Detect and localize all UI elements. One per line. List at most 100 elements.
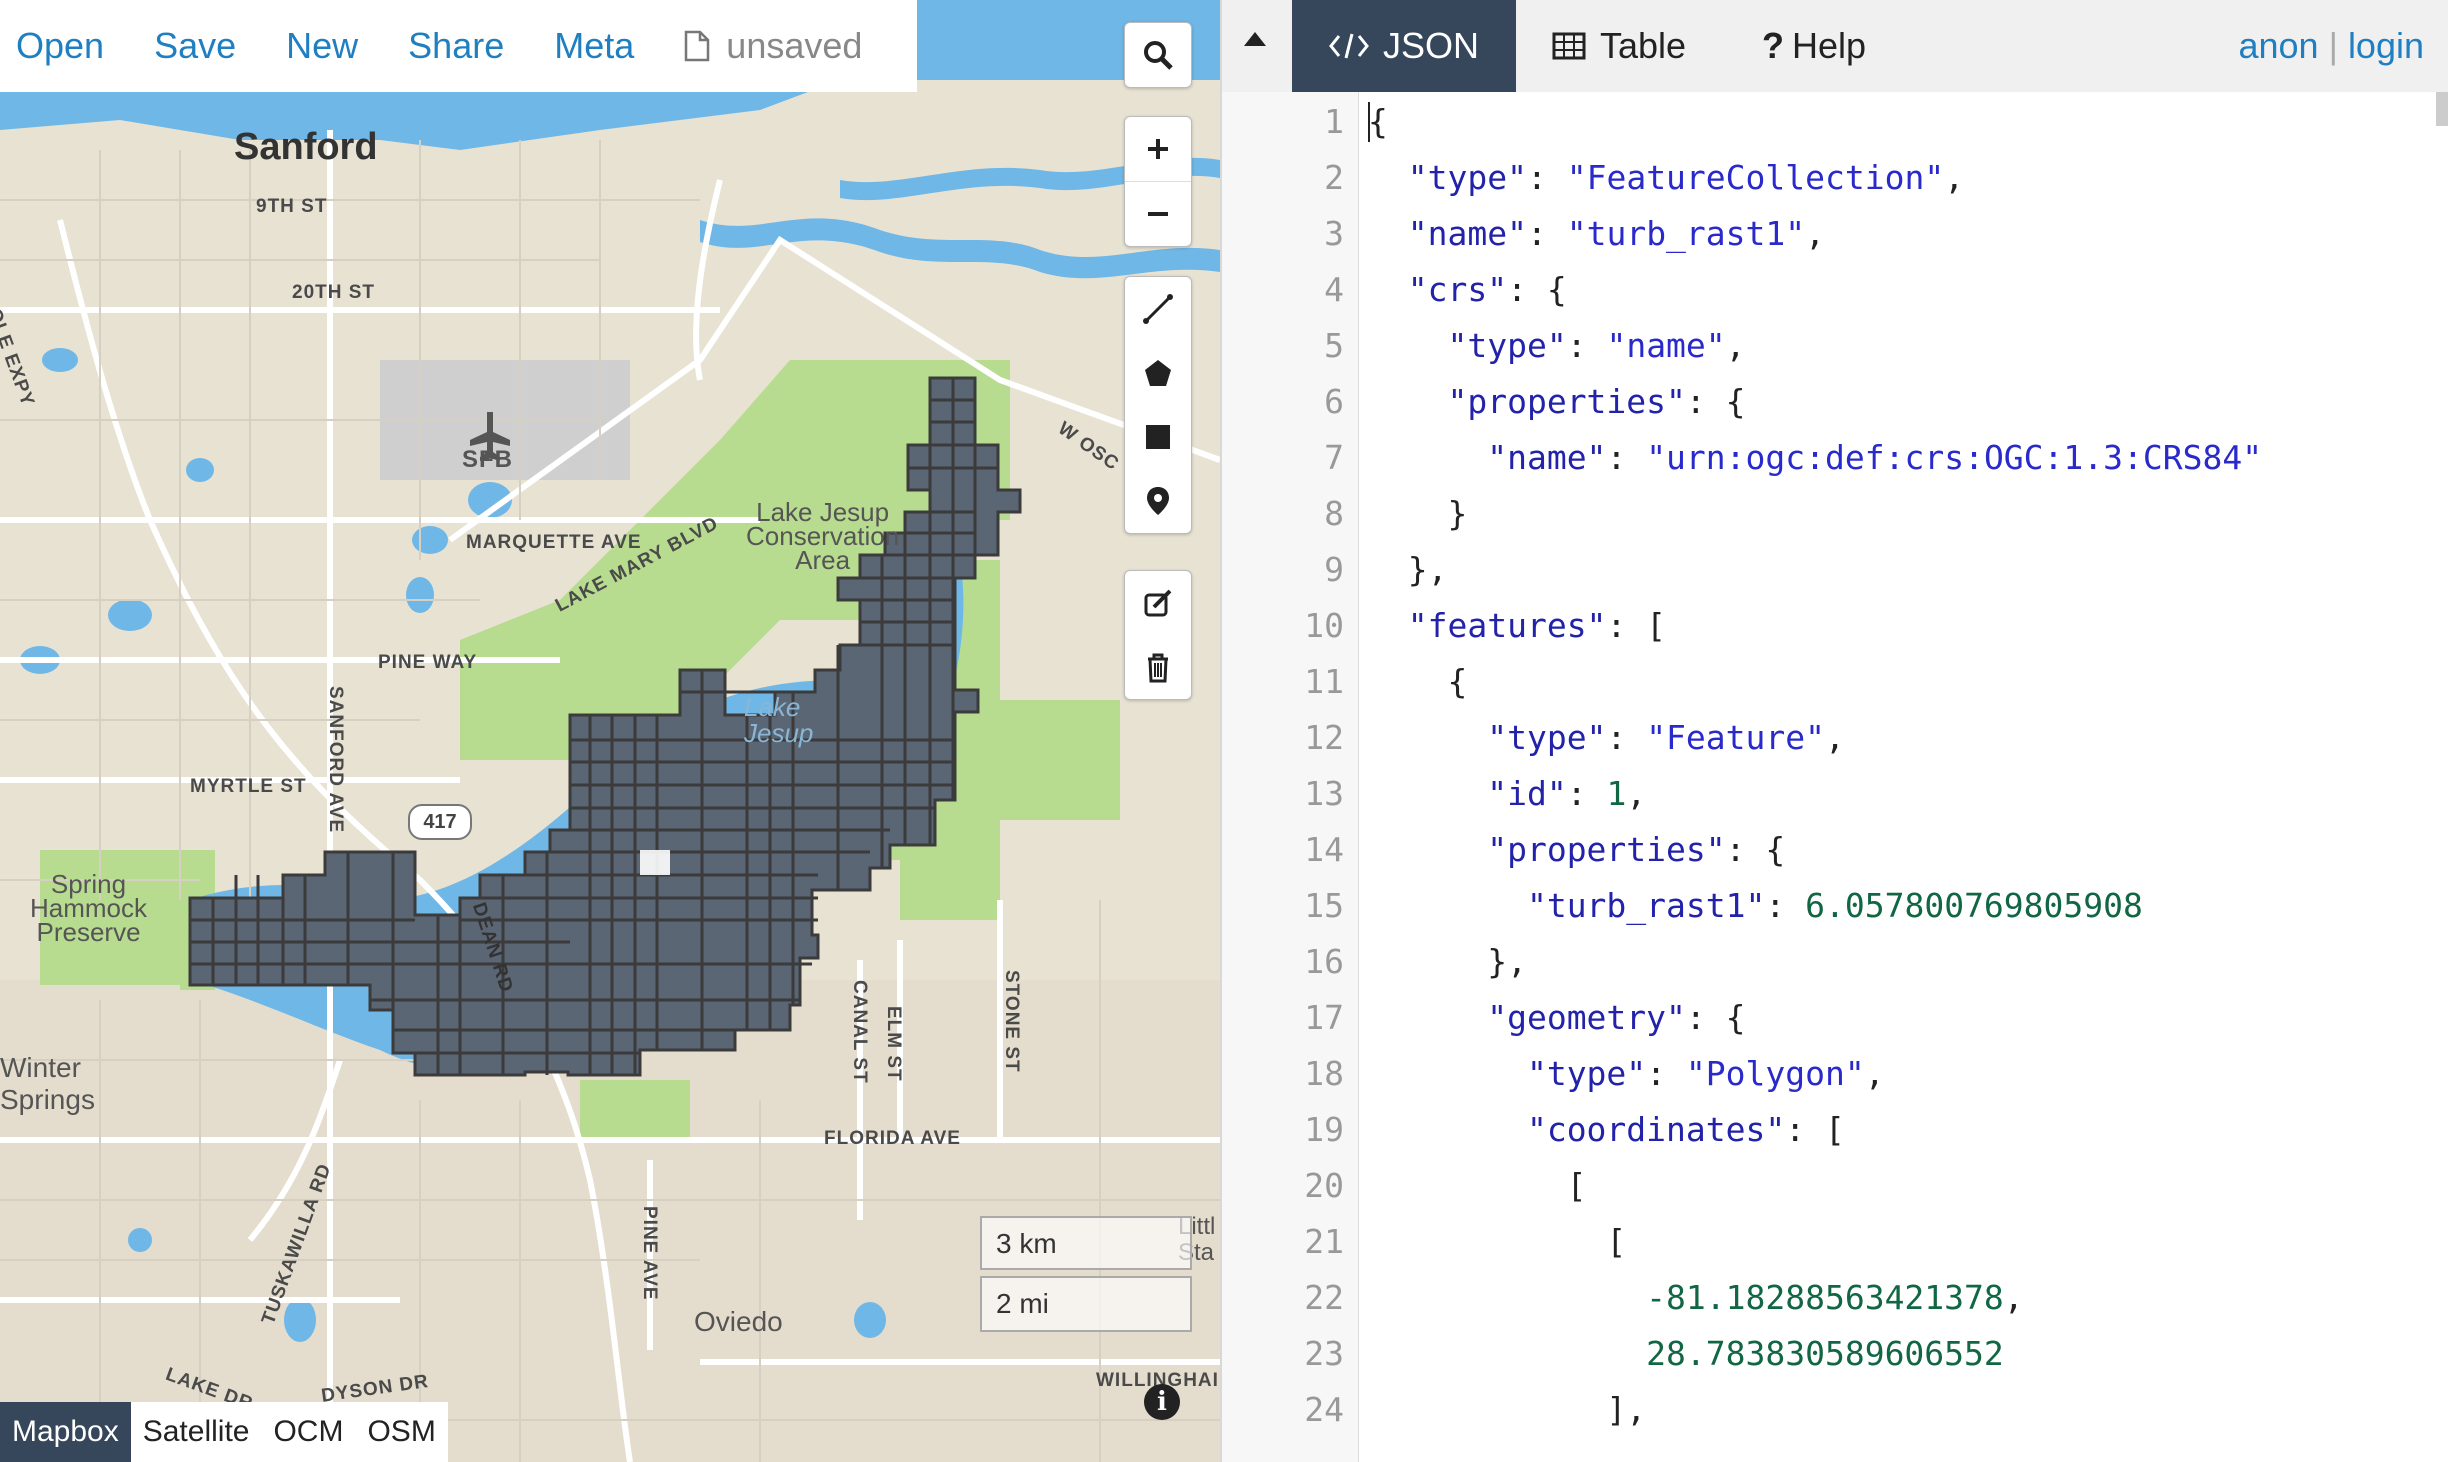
place-label-spring-hammock: Spring Hammock Preserve xyxy=(30,869,148,947)
draw-marker-button[interactable] xyxy=(1125,469,1191,533)
map-panel[interactable]: Sanford SFB Lake Jesup Conservation Area… xyxy=(0,0,1220,1462)
line-number: 11 xyxy=(1304,662,1344,701)
layer-satellite[interactable]: Satellite xyxy=(131,1402,262,1462)
zoom-control xyxy=(1124,116,1192,247)
code-line: "type": "Polygon", xyxy=(1526,1054,1885,1093)
line-number: 10 xyxy=(1304,606,1344,645)
code-line: 28.783830589606552 xyxy=(1646,1334,2004,1373)
line-number: 15 xyxy=(1304,886,1344,925)
code-line: "turb_rast1": 6.057800769805908 xyxy=(1526,886,2143,925)
edit-icon xyxy=(1144,589,1172,617)
line-number: 1 xyxy=(1324,102,1344,141)
code-line: "geometry": { xyxy=(1487,998,1746,1037)
file-status: unsaved xyxy=(684,25,862,67)
tab-json[interactable]: JSON xyxy=(1292,0,1516,92)
draw-polygon-button[interactable] xyxy=(1125,341,1191,405)
scale-km: 3 km xyxy=(980,1216,1192,1270)
search-control xyxy=(1124,22,1192,88)
line-number: 13 xyxy=(1304,774,1344,813)
line-number: 23 xyxy=(1304,1334,1344,1373)
tab-help[interactable]: ? Help xyxy=(1762,0,1866,92)
rectangle-icon xyxy=(1146,425,1170,449)
line-number: 3 xyxy=(1324,214,1344,253)
collapse-icon[interactable] xyxy=(1244,32,1266,46)
new-menu[interactable]: New xyxy=(286,25,358,67)
line-number: 17 xyxy=(1304,998,1344,1037)
street-label-myrtle: MYRTLE ST xyxy=(190,776,307,797)
line-number: 2 xyxy=(1324,158,1344,197)
trash-icon xyxy=(1148,653,1168,683)
code-icon xyxy=(1329,32,1369,60)
place-label-lake-jesup-water: Lake Jesup xyxy=(744,692,814,748)
place-label-sfb: SFB xyxy=(462,446,513,473)
layer-ocm[interactable]: OCM xyxy=(261,1402,355,1462)
editor-scrollbar[interactable] xyxy=(2436,92,2448,126)
code-line: { xyxy=(1368,662,1468,701)
anon-link[interactable]: anon xyxy=(2238,25,2318,67)
place-label-winter-springs: Winter Springs xyxy=(0,1052,95,1115)
layer-switcher: Mapbox Satellite OCM OSM xyxy=(0,1402,448,1462)
street-label-sanford-ave: SANFORD AVE xyxy=(325,686,346,834)
share-menu[interactable]: Share xyxy=(408,25,504,67)
line-number: 8 xyxy=(1324,494,1344,533)
street-label-florida: FLORIDA AVE xyxy=(824,1128,961,1149)
table-icon xyxy=(1552,32,1586,60)
tab-json-label: JSON xyxy=(1382,25,1479,66)
save-menu[interactable]: Save xyxy=(154,25,236,67)
file-icon xyxy=(685,30,710,62)
code-line: ], xyxy=(1368,1390,1647,1429)
line-number: 20 xyxy=(1304,1166,1344,1205)
draw-rectangle-button[interactable] xyxy=(1125,405,1191,469)
line-number: 16 xyxy=(1304,942,1344,981)
open-menu[interactable]: Open xyxy=(16,25,104,67)
code-line: "id": 1, xyxy=(1487,774,1647,813)
code-line: }, xyxy=(1368,942,1527,981)
layer-mapbox[interactable]: Mapbox xyxy=(0,1402,131,1462)
street-label-pine-way: PINE WAY xyxy=(378,652,478,673)
code-line: "crs": { xyxy=(1407,270,1567,309)
draw-line-button[interactable] xyxy=(1125,277,1191,341)
search-icon xyxy=(1144,41,1173,70)
code-line: { xyxy=(1368,102,1388,141)
code-line: } xyxy=(1368,494,1468,533)
info-button[interactable]: i xyxy=(1144,1384,1180,1420)
file-menu-bar: Open Save New Share Meta unsaved xyxy=(0,0,917,92)
code-line: "properties": { xyxy=(1447,382,1746,421)
auth-links: anon | login xyxy=(2238,0,2424,92)
street-label-9th: 9TH ST xyxy=(256,196,328,217)
line-number: 4 xyxy=(1324,270,1344,309)
street-label-20th: 20TH ST xyxy=(292,282,376,303)
code-line: }, xyxy=(1368,550,1448,589)
search-button[interactable] xyxy=(1125,23,1191,87)
scale-mi: 2 mi xyxy=(980,1276,1192,1332)
street-label-pine-ave: PINE AVE xyxy=(639,1206,660,1301)
json-editor[interactable]: 1 {2 "type": "FeatureCollection", 3 "name"… xyxy=(1222,92,2448,1462)
line-number: 7 xyxy=(1324,438,1344,477)
line-number: 14 xyxy=(1304,830,1344,869)
line-number: 19 xyxy=(1304,1110,1344,1149)
code-line: -81.18288563421378, xyxy=(1646,1278,2024,1317)
code-line: "type": "name", xyxy=(1447,326,1746,365)
edit-toolbar xyxy=(1124,570,1192,700)
zoom-in-button[interactable] xyxy=(1125,117,1191,182)
place-label-lake-jesup-area: Lake Jesup Conservation Area xyxy=(746,497,900,575)
login-link[interactable]: login xyxy=(2348,25,2424,67)
place-label-oviedo: Oviedo xyxy=(694,1306,783,1337)
line-number: 12 xyxy=(1304,718,1344,757)
delete-layers-button[interactable] xyxy=(1125,635,1191,699)
auth-separator: | xyxy=(2328,25,2338,66)
tab-bar: JSON Table ? Help anon | login xyxy=(1222,0,2448,92)
meta-menu[interactable]: Meta xyxy=(554,25,634,67)
line-number: 9 xyxy=(1324,550,1344,589)
zoom-out-button[interactable] xyxy=(1125,182,1191,246)
code-line: "coordinates": [ xyxy=(1526,1110,1845,1149)
route-417-shield: 417 xyxy=(408,804,472,840)
line-number: 5 xyxy=(1324,326,1344,365)
street-label-canal: CANAL ST xyxy=(849,980,870,1084)
layer-osm[interactable]: OSM xyxy=(355,1402,447,1462)
edit-layers-button[interactable] xyxy=(1125,571,1191,635)
line-number: 22 xyxy=(1304,1278,1344,1317)
minus-icon xyxy=(1148,212,1168,216)
line-icon xyxy=(1143,294,1173,324)
tab-table[interactable]: Table xyxy=(1552,0,1686,92)
